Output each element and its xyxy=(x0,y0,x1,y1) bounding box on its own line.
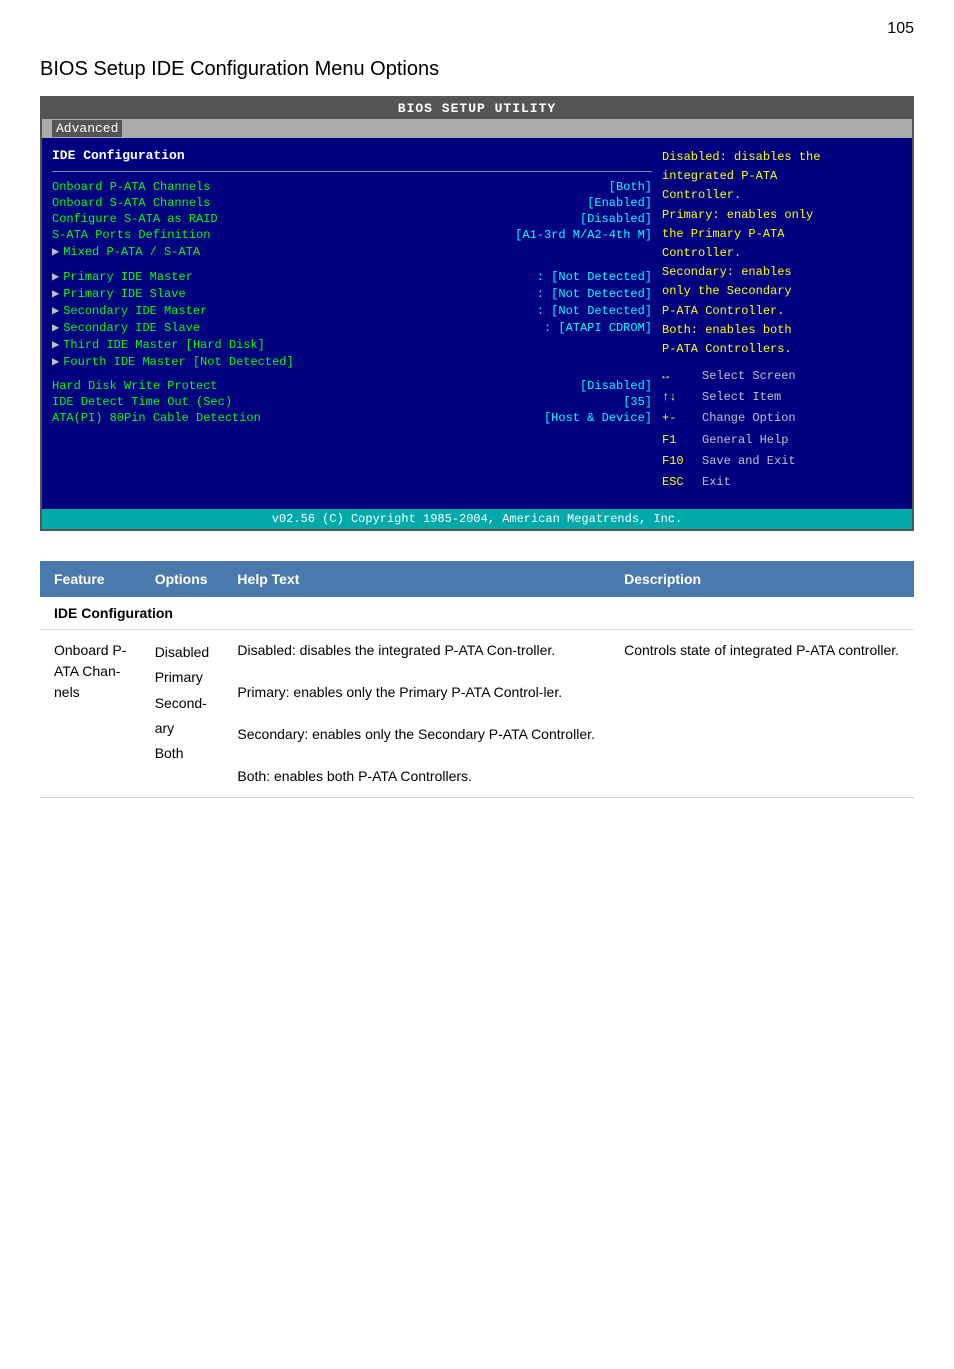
bios-fourth-ide-master-arrow: ▶ xyxy=(52,354,59,369)
section-title: BIOS Setup IDE Configuration Menu Option… xyxy=(40,58,914,81)
cell-options: Disabled Primary Second-ary Both xyxy=(141,630,224,798)
bios-onboard-sata[interactable]: Onboard S-ATA Channels [Enabled] xyxy=(52,196,652,210)
bios-footer: v02.56 (C) Copyright 1985-2004, American… xyxy=(42,509,912,529)
page-number: 105 xyxy=(0,0,954,48)
bios-secondary-ide-master-arrow: ▶ xyxy=(52,303,59,318)
bios-menu-tab[interactable]: Advanced xyxy=(52,120,122,137)
bios-key-select-item: ↑↓ Select Item xyxy=(662,388,902,407)
bios-mixed-pata-sata[interactable]: ▶ Mixed P-ATA / S-ATA xyxy=(52,244,652,259)
bios-onboard-sata-value: [Enabled] xyxy=(587,196,652,210)
bios-key-f1: F1 General Help xyxy=(662,431,902,450)
bios-ata-cable-detection-value: [Host & Device] xyxy=(544,411,652,425)
table-section-label: IDE Configuration xyxy=(40,597,914,630)
table-section: Feature Options Help Text Description ID… xyxy=(40,561,914,798)
table-section-row: IDE Configuration xyxy=(40,597,914,630)
bios-mixed-arrow: ▶ xyxy=(52,244,59,259)
bios-secondary-ide-slave-arrow: ▶ xyxy=(52,320,59,335)
bios-primary-ide-master-value: : [Not Detected] xyxy=(537,270,652,284)
bios-third-ide-master-label: Third IDE Master [Hard Disk] xyxy=(63,338,265,352)
bios-onboard-sata-label: Onboard S-ATA Channels xyxy=(52,196,210,210)
options-table: Feature Options Help Text Description ID… xyxy=(40,561,914,798)
bios-ata-cable-detection-label: ATA(PI) 80Pin Cable Detection xyxy=(52,411,261,425)
bios-divider xyxy=(52,171,652,172)
bios-primary-ide-slave-value: : [Not Detected] xyxy=(537,287,652,301)
col-feature: Feature xyxy=(40,561,141,597)
bios-secondary-ide-slave[interactable]: ▶ Secondary IDE Slave : [ATAPI CDROM] xyxy=(52,320,652,335)
bios-key-select-screen: ↔ Select Screen xyxy=(662,367,902,386)
bios-fourth-ide-master[interactable]: ▶ Fourth IDE Master [Not Detected] xyxy=(52,354,652,369)
bios-secondary-ide-master-value: : [Not Detected] xyxy=(537,304,652,318)
bios-primary-ide-slave-label: Primary IDE Slave xyxy=(63,287,185,301)
bios-left-panel: IDE Configuration Onboard P-ATA Channels… xyxy=(52,148,652,494)
bios-onboard-pata-value: [Both] xyxy=(609,180,652,194)
bios-onboard-pata[interactable]: Onboard P-ATA Channels [Both] xyxy=(52,180,652,194)
bios-screen: BIOS SETUP UTILITY Advanced IDE Configur… xyxy=(40,96,914,531)
col-options: Options xyxy=(141,561,224,597)
bios-title: BIOS SETUP UTILITY xyxy=(42,98,912,119)
bios-mixed-label: Mixed P-ATA / S-ATA xyxy=(63,245,200,259)
bios-sata-ports-label: S-ATA Ports Definition xyxy=(52,228,210,242)
bios-configure-sata-raid-label: Configure S-ATA as RAID xyxy=(52,212,218,226)
bios-primary-ide-master[interactable]: ▶ Primary IDE Master : [Not Detected] xyxy=(52,269,652,284)
cell-feature: Onboard P-ATA Chan-nels xyxy=(40,630,141,798)
cell-help-text: Disabled: disables the integrated P-ATA … xyxy=(223,630,610,798)
bios-ide-detect-timeout[interactable]: IDE Detect Time Out (Sec) [35] xyxy=(52,395,652,409)
bios-configure-sata-raid[interactable]: Configure S-ATA as RAID [Disabled] xyxy=(52,212,652,226)
bios-primary-ide-master-label: Primary IDE Master xyxy=(63,270,193,284)
bios-right-panel: Disabled: disables the integrated P-ATA … xyxy=(662,148,902,494)
bios-secondary-ide-slave-value: : [ATAPI CDROM] xyxy=(544,321,652,335)
bios-section-header: IDE Configuration xyxy=(52,148,652,163)
bios-fourth-ide-master-label: Fourth IDE Master [Not Detected] xyxy=(63,355,293,369)
col-description: Description xyxy=(610,561,914,597)
bios-hd-write-protect[interactable]: Hard Disk Write Protect [Disabled] xyxy=(52,379,652,393)
table-header-row: Feature Options Help Text Description xyxy=(40,561,914,597)
cell-description: Controls state of integrated P-ATA contr… xyxy=(610,630,914,798)
bios-third-ide-master-arrow: ▶ xyxy=(52,337,59,352)
bios-content: IDE Configuration Onboard P-ATA Channels… xyxy=(42,138,912,504)
bios-configure-sata-raid-value: [Disabled] xyxy=(580,212,652,226)
bios-hd-write-protect-value: [Disabled] xyxy=(580,379,652,393)
bios-help-text: Disabled: disables the integrated P-ATA … xyxy=(662,148,902,359)
bios-sata-ports[interactable]: S-ATA Ports Definition [A1-3rd M/A2-4th … xyxy=(52,228,652,242)
bios-menu-bar: Advanced xyxy=(42,119,912,138)
bios-primary-ide-master-arrow: ▶ xyxy=(52,269,59,284)
bios-ide-detect-timeout-value: [35] xyxy=(623,395,652,409)
bios-key-change-option: +- Change Option xyxy=(662,409,902,428)
col-help-text: Help Text xyxy=(223,561,610,597)
bios-onboard-pata-label: Onboard P-ATA Channels xyxy=(52,180,210,194)
bios-secondary-ide-master[interactable]: ▶ Secondary IDE Master : [Not Detected] xyxy=(52,303,652,318)
table-row: Onboard P-ATA Chan-nels Disabled Primary… xyxy=(40,630,914,798)
bios-secondary-ide-slave-label: Secondary IDE Slave xyxy=(63,321,200,335)
bios-sata-ports-value: [A1-3rd M/A2-4th M] xyxy=(515,228,652,242)
bios-third-ide-master[interactable]: ▶ Third IDE Master [Hard Disk] xyxy=(52,337,652,352)
bios-primary-ide-slave[interactable]: ▶ Primary IDE Slave : [Not Detected] xyxy=(52,286,652,301)
bios-ata-cable-detection[interactable]: ATA(PI) 80Pin Cable Detection [Host & De… xyxy=(52,411,652,425)
bios-key-esc: ESC Exit xyxy=(662,473,902,492)
bios-key-f10: F10 Save and Exit xyxy=(662,452,902,471)
bios-secondary-ide-master-label: Secondary IDE Master xyxy=(63,304,207,318)
bios-ide-detect-timeout-label: IDE Detect Time Out (Sec) xyxy=(52,395,232,409)
bios-hd-write-protect-label: Hard Disk Write Protect xyxy=(52,379,218,393)
bios-primary-ide-slave-arrow: ▶ xyxy=(52,286,59,301)
